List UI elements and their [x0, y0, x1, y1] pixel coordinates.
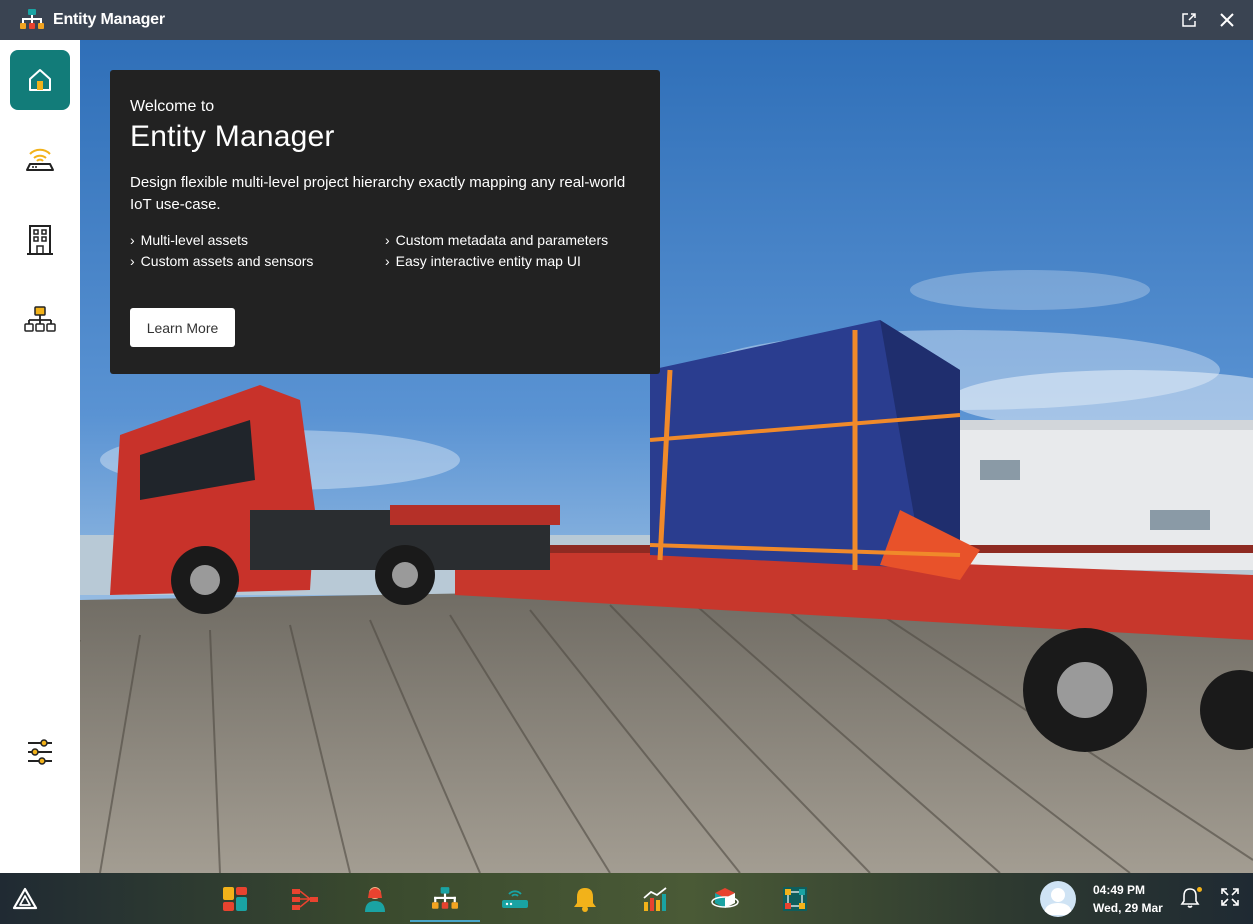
dock-users[interactable] [340, 873, 410, 924]
welcome-description: Design flexible multi-level project hier… [130, 174, 626, 213]
dock-map[interactable] [760, 873, 830, 924]
learn-more-button[interactable]: Learn More [130, 308, 235, 347]
chevron-right-icon: › [130, 232, 135, 248]
user-icon [365, 886, 385, 912]
main-content: Welcome to Entity Manager Design flexibl… [80, 40, 1253, 873]
clock: 04:49 PM Wed, 29 Mar [1093, 881, 1163, 917]
dock-alerts[interactable] [550, 873, 620, 924]
chevron-right-icon: › [130, 253, 135, 269]
dock-entity-manager[interactable] [410, 873, 480, 924]
feature-list: › Multi-level assets › Custom metadata and… [130, 232, 640, 269]
bell-icon [574, 887, 596, 912]
title-bar: Entity Manager [0, 0, 1253, 40]
cube-icon [711, 887, 739, 908]
wifi-router-icon [26, 148, 54, 171]
hierarchy-icon [19, 7, 45, 33]
platform-logo-icon[interactable] [12, 886, 38, 912]
feature-item: › Multi-level assets [130, 232, 249, 248]
feature-item: › Easy interactive entity map UI [385, 253, 581, 269]
hierarchy-icon [432, 886, 458, 909]
close-icon[interactable] [1215, 8, 1239, 32]
map-icon [783, 886, 807, 911]
feature-item: › Custom metadata and parameters [385, 232, 609, 248]
sidebar-item-settings[interactable] [10, 722, 70, 782]
sidebar-item-buildings[interactable] [10, 210, 70, 270]
dock-dashboard[interactable] [200, 873, 270, 924]
hierarchy-icon [24, 306, 56, 332]
sidebar-item-home[interactable] [10, 50, 70, 110]
notification-dot [1197, 887, 1202, 892]
clock-time: 04:49 PM [1093, 883, 1146, 897]
dashboard-icon [223, 886, 247, 911]
chart-icon [643, 886, 667, 911]
chevron-right-icon: › [385, 232, 390, 248]
welcome-subtitle: Welcome to [130, 98, 215, 115]
dock-analytics[interactable] [620, 873, 690, 924]
app-title: Entity Manager [53, 11, 165, 28]
chevron-right-icon: › [385, 253, 390, 269]
fullscreen-icon[interactable] [1220, 887, 1242, 909]
avatar[interactable] [1040, 881, 1076, 917]
welcome-title: Entity Manager [130, 120, 335, 153]
sidebar [0, 40, 80, 873]
app-dock [200, 873, 830, 924]
home-icon [29, 69, 51, 91]
dock-flows[interactable] [270, 873, 340, 924]
taskbar: 04:49 PM Wed, 29 Mar [0, 873, 1253, 924]
router-icon [502, 889, 528, 908]
sliders-icon [28, 739, 52, 765]
clock-date: Wed, 29 Mar [1093, 901, 1163, 915]
welcome-card: Welcome to Entity Manager Design flexibl… [110, 70, 660, 374]
sidebar-item-hierarchy[interactable] [10, 290, 70, 350]
building-icon [27, 225, 53, 255]
popout-icon[interactable] [1177, 8, 1201, 32]
dock-gateways[interactable] [480, 873, 550, 924]
sidebar-item-gateway[interactable] [10, 130, 70, 190]
flow-icon [292, 888, 318, 910]
notification-bell-icon[interactable] [1180, 887, 1202, 909]
dock-3d-objects[interactable] [690, 873, 760, 924]
feature-item: › Custom assets and sensors [130, 253, 314, 269]
